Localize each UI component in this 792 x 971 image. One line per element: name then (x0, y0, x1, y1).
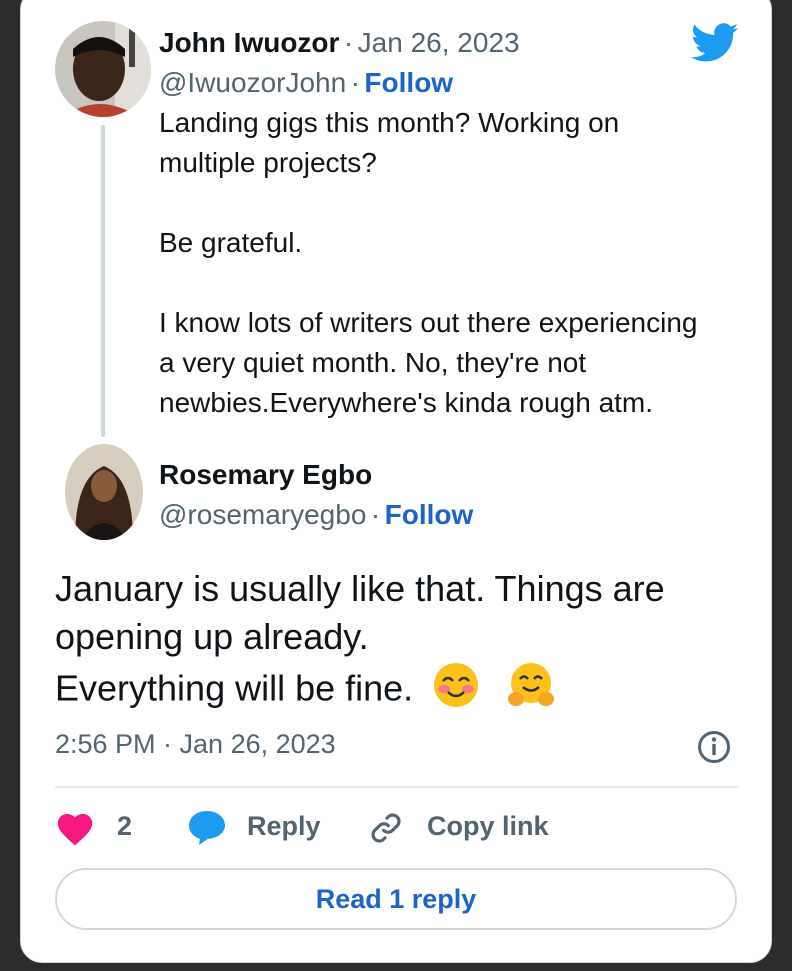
original-tweet-text: Landing gigs this month? Working on mult… (159, 107, 698, 418)
reply-button[interactable]: Reply (247, 811, 321, 842)
info-icon[interactable] (697, 730, 731, 764)
tweet-date[interactable]: Jan 26, 2023 (358, 27, 520, 58)
header-separator: · (343, 27, 354, 58)
like-count[interactable]: 2 (117, 811, 132, 842)
reply-follow-link[interactable]: Follow (385, 499, 474, 530)
author-handle[interactable]: @IwuozorJohn (159, 67, 346, 98)
heart-icon[interactable] (55, 810, 95, 846)
copy-link-button[interactable]: Copy link (427, 811, 549, 842)
hugging-face-emoji (507, 661, 555, 721)
actions-divider (55, 786, 739, 788)
link-icon[interactable] (367, 809, 405, 847)
reply-header: Rosemary Egbo (159, 459, 372, 491)
original-tweet-header: John Iwuozor · Jan 26, 2023 (159, 27, 520, 59)
twitter-bird-icon[interactable] (691, 23, 739, 63)
reply-handle-row: @rosemaryegbo · Follow (159, 499, 474, 530)
reply-tweet-text: January is usually like that. Things are… (55, 565, 755, 721)
reply-author-name[interactable]: Rosemary Egbo (159, 459, 372, 490)
author-name[interactable]: John Iwuozor (159, 27, 339, 58)
reply-author-handle[interactable]: @rosemaryegbo (159, 499, 366, 530)
reply-author-avatar[interactable] (65, 444, 143, 540)
read-replies-button[interactable]: Read 1 reply (55, 868, 737, 930)
reply-timestamp[interactable]: 2:56 PM · Jan 26, 2023 (55, 729, 336, 760)
reply-bubble-icon[interactable] (187, 809, 227, 847)
tweet-embed-card: John Iwuozor · Jan 26, 2023 @IwuozorJohn… (20, 0, 772, 963)
original-handle-row: @IwuozorJohn · Follow (159, 67, 454, 98)
thread-connector-line (101, 125, 105, 437)
smiling-face-emoji (433, 662, 479, 720)
author-avatar[interactable] (55, 21, 151, 117)
follow-link[interactable]: Follow (364, 67, 453, 98)
